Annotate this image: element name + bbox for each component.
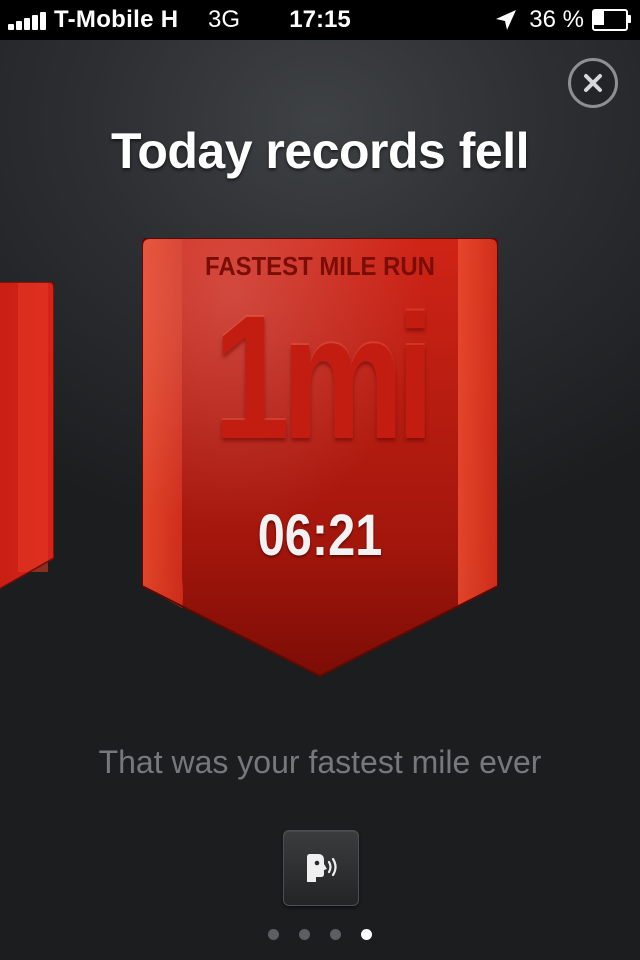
page-dot[interactable] bbox=[268, 929, 279, 940]
battery-icon bbox=[592, 9, 632, 31]
page-dot[interactable] bbox=[330, 929, 341, 940]
location-arrow-icon bbox=[496, 10, 516, 30]
record-time: 06:21 bbox=[257, 503, 383, 568]
page-dot[interactable] bbox=[299, 929, 310, 940]
voice-feedback-button[interactable] bbox=[283, 830, 359, 906]
page-title: Today records fell bbox=[111, 123, 529, 179]
record-badge: FASTEST MILE RUN 1mi 06:21 bbox=[142, 238, 498, 678]
records-screen: Today records fell FASTEST MILE RUN 1mi … bbox=[0, 40, 640, 960]
close-button[interactable] bbox=[568, 58, 618, 108]
record-category: FASTEST MILE RUN bbox=[205, 251, 435, 281]
close-icon bbox=[584, 74, 602, 92]
battery-level-fill bbox=[594, 11, 604, 25]
page-dot[interactable] bbox=[361, 929, 372, 940]
page-indicator[interactable] bbox=[0, 929, 640, 943]
record-distance: 1mi bbox=[213, 280, 434, 476]
record-caption: That was your fastest mile ever bbox=[98, 744, 542, 780]
previous-record-badge[interactable] bbox=[0, 281, 55, 634]
battery-percent: 36 % bbox=[529, 6, 584, 33]
speaking-head-icon bbox=[307, 854, 337, 882]
status-bar: T-Mobile H 3G 17:15 36 % bbox=[0, 0, 640, 40]
